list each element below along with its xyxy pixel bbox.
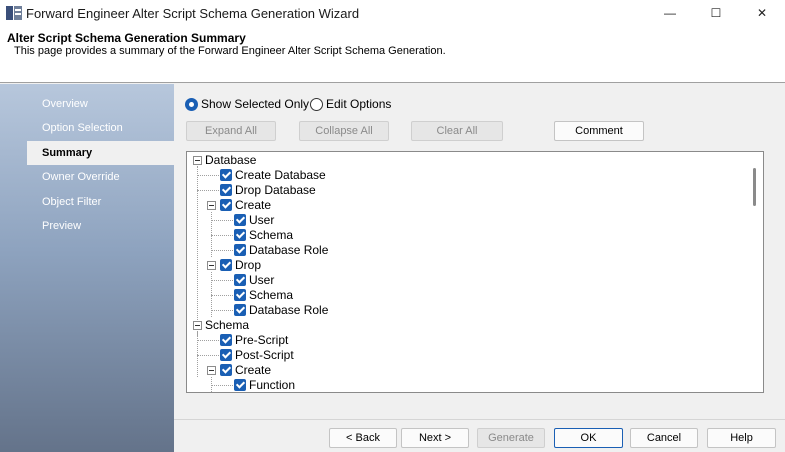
checkbox-checked-icon[interactable] xyxy=(220,349,232,361)
tree-connector xyxy=(211,295,233,296)
checkbox-checked-icon[interactable] xyxy=(234,244,246,256)
sidebar-item-option-selection[interactable]: Option Selection xyxy=(27,116,174,140)
tree-node-label: Create Database xyxy=(235,168,326,182)
page-description: This page provides a summary of the Forw… xyxy=(14,45,446,57)
tree-node-label: Schema xyxy=(205,318,250,332)
tree-node-label: User xyxy=(249,213,275,227)
tree-node-label: Schema xyxy=(249,288,294,302)
tree-connector xyxy=(211,250,233,251)
tree-node-label: Schema xyxy=(249,228,294,242)
checkbox-checked-icon[interactable] xyxy=(220,199,232,211)
tree-connector xyxy=(211,220,233,221)
checkbox-checked-icon[interactable] xyxy=(220,334,232,346)
tree-node-label: Drop xyxy=(235,258,262,272)
checkbox-checked-icon[interactable] xyxy=(220,184,232,196)
collapse-icon[interactable] xyxy=(207,261,216,270)
window-title: Forward Engineer Alter Script Schema Gen… xyxy=(26,5,360,21)
sidebar-item-object-filter[interactable]: Object Filter xyxy=(27,190,174,214)
app-icon xyxy=(6,6,22,20)
checkbox-checked-icon[interactable] xyxy=(220,364,232,376)
tree-node-label: Drop Database xyxy=(235,183,316,197)
show-selected-only-label: Show Selected Only xyxy=(201,97,310,111)
checkbox-checked-icon[interactable] xyxy=(234,379,246,391)
edit-options-label: Edit Options xyxy=(326,97,392,111)
radio-selected-icon xyxy=(185,97,198,111)
generate-button[interactable]: Generate xyxy=(477,428,545,448)
collapse-icon[interactable] xyxy=(207,201,216,210)
collapse-icon[interactable] xyxy=(193,156,202,165)
tree-node-label: Function xyxy=(249,378,296,392)
scrollbar-thumb[interactable] xyxy=(753,168,756,206)
tree-node-label: Pre-Script xyxy=(235,333,289,347)
expand-all-button[interactable]: Expand All xyxy=(186,121,276,141)
next-button[interactable]: Next > xyxy=(401,428,469,448)
sidebar-item-summary[interactable]: Summary xyxy=(27,141,174,165)
close-button[interactable]: ✕ xyxy=(739,0,785,26)
collapse-icon[interactable] xyxy=(207,366,216,375)
tree-node-label: Database Role xyxy=(249,243,329,257)
tree-node-label: User xyxy=(249,273,275,287)
tree-connector xyxy=(211,310,233,311)
tree-connector xyxy=(197,355,219,356)
tree-connector xyxy=(211,280,233,281)
sidebar-item-overview[interactable]: Overview xyxy=(27,92,174,116)
checkbox-checked-icon[interactable] xyxy=(234,274,246,286)
clear-all-button[interactable]: Clear All xyxy=(411,121,503,141)
show-selected-only-radio[interactable]: Show Selected Only xyxy=(185,97,309,111)
collapse-all-button[interactable]: Collapse All xyxy=(299,121,389,141)
tree-connector xyxy=(197,340,219,341)
help-button[interactable]: Help xyxy=(707,428,776,448)
sidebar-item-owner-override[interactable]: Owner Override xyxy=(27,165,174,189)
maximize-button[interactable]: ☐ xyxy=(693,0,739,26)
checkbox-checked-icon[interactable] xyxy=(220,169,232,181)
tree-node-label: Database xyxy=(205,153,257,167)
radio-unselected-icon xyxy=(310,97,323,111)
checkbox-checked-icon[interactable] xyxy=(234,229,246,241)
checkbox-checked-icon[interactable] xyxy=(234,214,246,226)
tree-node-label: Post-Script xyxy=(235,348,294,362)
tree-connector xyxy=(211,235,233,236)
checkbox-checked-icon[interactable] xyxy=(234,289,246,301)
checkbox-checked-icon[interactable] xyxy=(234,304,246,316)
tree-connector xyxy=(197,166,198,336)
minimize-button[interactable]: — xyxy=(647,0,693,26)
tree-node-label: Database Role xyxy=(249,303,329,317)
tree-connector xyxy=(211,385,233,386)
sidebar-item-preview[interactable]: Preview xyxy=(27,214,174,238)
title-bar: Forward Engineer Alter Script Schema Gen… xyxy=(0,0,785,26)
wizard-sidebar: Overview Option Selection Summary Owner … xyxy=(0,84,174,452)
cancel-button[interactable]: Cancel xyxy=(630,428,698,448)
footer-divider xyxy=(174,419,785,420)
back-button[interactable]: < Back xyxy=(329,428,397,448)
page-title: Alter Script Schema Generation Summary xyxy=(7,31,246,45)
tree-node-label: Create xyxy=(235,363,272,377)
tree-connector xyxy=(197,175,219,176)
edit-options-radio[interactable]: Edit Options xyxy=(310,97,391,111)
tree-node-label: Create xyxy=(235,198,272,212)
tree-connector xyxy=(197,190,219,191)
checkbox-checked-icon[interactable] xyxy=(220,259,232,271)
page-header: Alter Script Schema Generation Summary T… xyxy=(0,26,785,83)
ok-button[interactable]: OK xyxy=(554,428,623,448)
tree-scrollbar[interactable] xyxy=(747,152,763,392)
comment-button[interactable]: Comment xyxy=(554,121,644,141)
summary-tree[interactable]: Database Create Database Drop Database C… xyxy=(186,151,764,393)
collapse-icon[interactable] xyxy=(193,321,202,330)
